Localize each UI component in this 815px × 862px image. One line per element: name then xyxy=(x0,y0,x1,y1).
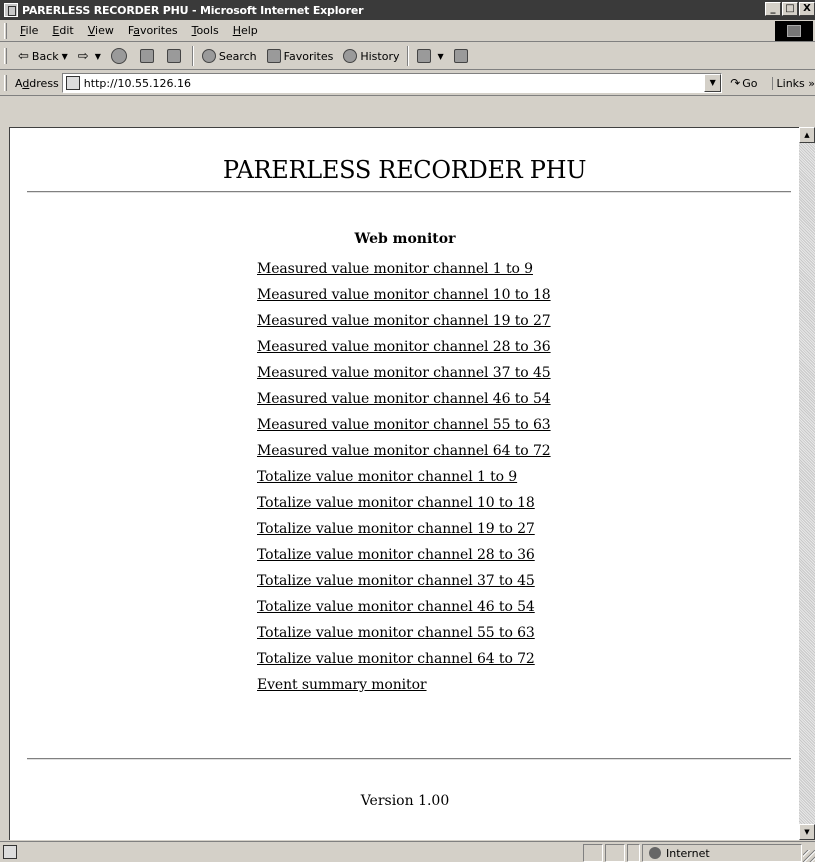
link-measured-ch-55-63[interactable]: Measured value monitor channel 55 to 63 xyxy=(257,412,551,438)
vertical-scrollbar[interactable]: ▲ ▼ xyxy=(799,127,815,840)
status-pane xyxy=(583,844,603,862)
link-totalize-ch-10-18[interactable]: Totalize value monitor channel 10 to 18 xyxy=(257,490,551,516)
chevron-down-icon[interactable]: ▼ xyxy=(95,52,101,61)
menu-tools[interactable]: Tools xyxy=(185,24,226,37)
menu-file[interactable]: File xyxy=(13,24,45,37)
divider xyxy=(27,191,791,193)
menu-edit[interactable]: Edit xyxy=(45,24,80,37)
version-text: Version 1.00 xyxy=(360,793,450,809)
link-measured-ch-19-27[interactable]: Measured value monitor channel 19 to 27 xyxy=(257,308,551,334)
link-measured-ch-64-72[interactable]: Measured value monitor channel 64 to 72 xyxy=(257,438,551,464)
monitor-link-list: Measured value monitor channel 1 to 9 Me… xyxy=(257,256,551,698)
back-arrow-icon: ⇦ xyxy=(18,48,29,64)
menu-favorites[interactable]: Favorites xyxy=(121,24,185,37)
menu-bar: File Edit View Favorites Tools Help xyxy=(0,20,815,42)
link-measured-ch-1-9[interactable]: Measured value monitor channel 1 to 9 xyxy=(257,256,551,282)
page-title: PARERLESS RECORDER PHU xyxy=(222,156,587,184)
mail-icon xyxy=(417,49,432,63)
go-arrow-icon: ↷ xyxy=(730,76,741,90)
window-title: PARERLESS RECORDER PHU - Microsoft Inter… xyxy=(22,3,364,17)
ie-throbber-logo xyxy=(775,21,813,41)
toolbar-separator xyxy=(191,46,194,66)
toolbar-separator xyxy=(407,46,410,66)
status-pane xyxy=(627,844,640,862)
title-bar: PARERLESS RECORDER PHU - Microsoft Inter… xyxy=(0,0,815,20)
link-totalize-ch-64-72[interactable]: Totalize value monitor channel 64 to 72 xyxy=(257,646,551,672)
favorites-button[interactable]: Favorites xyxy=(262,45,339,67)
forward-button[interactable]: ⇨ ▼ xyxy=(73,45,106,67)
link-totalize-ch-28-36[interactable]: Totalize value monitor channel 28 to 36 xyxy=(257,542,551,568)
home-button[interactable] xyxy=(162,45,189,67)
history-icon xyxy=(343,49,358,63)
print-button[interactable] xyxy=(449,45,476,67)
menu-help[interactable]: Help xyxy=(226,24,265,37)
link-totalize-ch-19-27[interactable]: Totalize value monitor channel 19 to 27 xyxy=(257,516,551,542)
address-url[interactable]: http://10.55.126.16 xyxy=(84,77,191,90)
chevron-down-icon[interactable]: ▼ xyxy=(437,52,443,61)
page-status-icon xyxy=(3,845,17,859)
home-icon xyxy=(166,49,181,63)
link-measured-ch-28-36[interactable]: Measured value monitor channel 28 to 36 xyxy=(257,334,551,360)
link-measured-ch-46-54[interactable]: Measured value monitor channel 46 to 54 xyxy=(257,386,551,412)
search-icon xyxy=(201,49,216,63)
close-button[interactable]: X xyxy=(799,2,815,16)
scroll-down-button[interactable]: ▼ xyxy=(799,824,815,840)
chevron-down-icon[interactable]: ▼ xyxy=(62,52,68,61)
stop-icon xyxy=(110,48,127,64)
refresh-icon xyxy=(139,49,154,63)
history-button[interactable]: History xyxy=(338,45,404,67)
divider xyxy=(27,758,791,760)
link-measured-ch-10-18[interactable]: Measured value monitor channel 10 to 18 xyxy=(257,282,551,308)
links-toolbar[interactable]: Links » xyxy=(771,76,815,90)
windows-flag-icon xyxy=(787,25,801,37)
section-heading: Web monitor xyxy=(354,231,456,247)
address-dropdown-button[interactable]: ▼ xyxy=(704,74,722,92)
favorites-icon xyxy=(266,49,281,63)
window-controls: _ □ X xyxy=(764,2,815,16)
address-bar: Address http://10.55.126.16 ▼ ↷ Go Links… xyxy=(0,71,815,96)
search-button[interactable]: Search xyxy=(197,45,262,67)
go-button[interactable]: ↷ Go xyxy=(730,76,757,90)
print-icon xyxy=(453,49,468,63)
maximize-button[interactable]: □ xyxy=(782,2,798,16)
security-zone: Internet xyxy=(642,844,802,862)
forward-arrow-icon: ⇨ xyxy=(77,48,89,64)
globe-icon xyxy=(649,847,661,859)
address-label: Address xyxy=(14,76,59,90)
menu-view[interactable]: View xyxy=(81,24,121,37)
status-bar: Internet xyxy=(0,841,815,862)
link-measured-ch-37-45[interactable]: Measured value monitor channel 37 to 45 xyxy=(257,360,551,386)
link-totalize-ch-37-45[interactable]: Totalize value monitor channel 37 to 45 xyxy=(257,568,551,594)
toolbar-grip[interactable] xyxy=(4,22,7,39)
status-pane xyxy=(605,844,625,862)
link-totalize-ch-1-9[interactable]: Totalize value monitor channel 1 to 9 xyxy=(257,464,551,490)
page-content: PARERLESS RECORDER PHU Web monitor Measu… xyxy=(9,127,799,840)
ie-window-icon[interactable] xyxy=(4,3,18,17)
link-totalize-ch-55-63[interactable]: Totalize value monitor channel 55 to 63 xyxy=(257,620,551,646)
mail-button[interactable]: ▼ xyxy=(412,45,448,67)
standard-toolbar: ⇦ Back ▼ ⇨ ▼ Search Favorites History ▼ xyxy=(0,43,815,70)
link-totalize-ch-46-54[interactable]: Totalize value monitor channel 46 to 54 xyxy=(257,594,551,620)
refresh-button[interactable] xyxy=(135,45,162,67)
back-button[interactable]: ⇦ Back ▼ xyxy=(13,45,73,67)
stop-button[interactable] xyxy=(106,45,135,67)
scroll-up-button[interactable]: ▲ xyxy=(799,127,815,143)
resize-grip[interactable] xyxy=(803,850,815,862)
address-input[interactable]: http://10.55.126.16 ▼ xyxy=(61,73,723,93)
link-event-summary[interactable]: Event summary monitor xyxy=(257,672,551,698)
minimize-button[interactable]: _ xyxy=(765,2,781,16)
toolbar-grip[interactable] xyxy=(4,75,7,91)
toolbar-grip[interactable] xyxy=(4,48,7,64)
page-icon xyxy=(65,76,80,90)
